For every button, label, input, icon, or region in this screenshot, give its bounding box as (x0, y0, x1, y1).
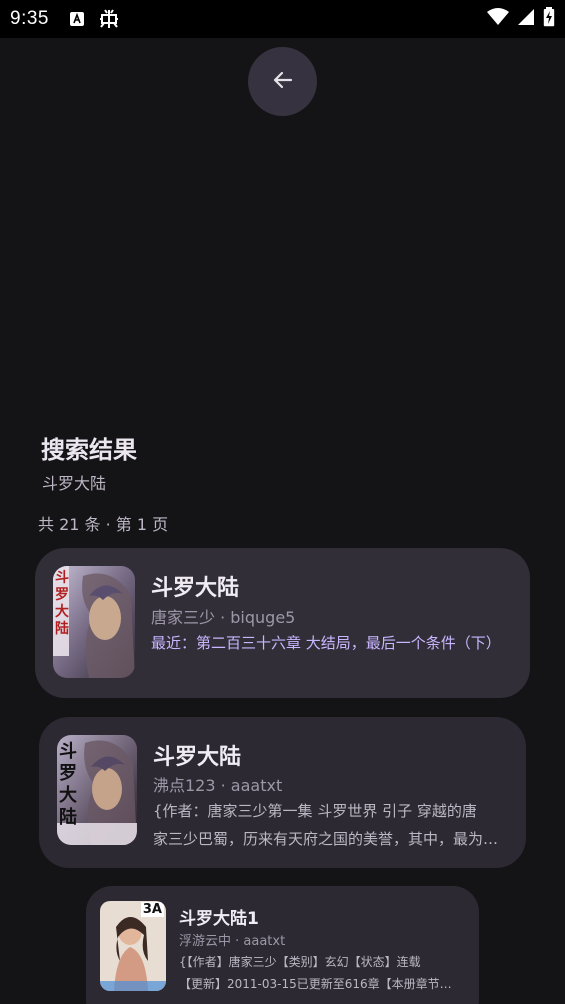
battery-charging-icon (543, 7, 555, 31)
book-title: 斗罗大陆 (151, 576, 240, 601)
result-card[interactable]: 斗罗大陆 斗罗大陆 沸点123 · aaatxt {作者：唐家三少第一集 斗罗世… (39, 717, 526, 868)
book-meta: 唐家三少 · biquge5 (151, 608, 296, 627)
book-cover: 斗罗大陆 (57, 735, 137, 845)
search-query: 斗罗大陆 (42, 474, 107, 493)
book-description: {【作者】唐家三少【类别】玄幻【状态】连载 【更新】2011-03-15已更新至… (179, 955, 461, 991)
book-description: {作者：唐家三少第一集 斗罗世界 引子 穿越的唐 家三少巴蜀，历来有天府之国的美… (153, 802, 505, 848)
book-cover: 3A (100, 901, 166, 991)
status-time: 9:35 (10, 8, 49, 29)
latest-chapter: 最近：第二百三十六章 大结局，最后一个条件（下） (151, 634, 501, 652)
wifi-icon (487, 8, 509, 30)
text-notification-icon (69, 11, 85, 27)
cover-title: 斗罗大陆 (59, 741, 77, 828)
cover-title: 斗罗大陆 (55, 570, 69, 637)
book-meta: 浮游云中 · aaatxt (179, 934, 286, 949)
arrow-left-icon (271, 68, 295, 96)
signal-icon (517, 8, 535, 30)
book-title: 斗罗大陆 (153, 745, 242, 770)
back-button[interactable] (248, 47, 317, 116)
result-count: 共 21 条 · 第 1 页 (38, 515, 169, 534)
page-title: 搜索结果 (41, 436, 137, 464)
result-card[interactable]: 3A 斗罗大陆1 浮游云中 · aaatxt {【作者】唐家三少【类别】玄幻【状… (86, 886, 479, 1004)
book-cover: 斗罗大陆 (53, 566, 135, 678)
status-bar: 9:35 (0, 0, 565, 38)
book-meta: 沸点123 · aaatxt (153, 776, 283, 795)
bug-icon (97, 7, 121, 31)
result-card[interactable]: 斗罗大陆 斗罗大陆 唐家三少 · biquge5 最近：第二百三十六章 大结局，… (35, 548, 530, 698)
cover-badge: 3A (140, 902, 164, 917)
book-title: 斗罗大陆1 (179, 909, 259, 929)
